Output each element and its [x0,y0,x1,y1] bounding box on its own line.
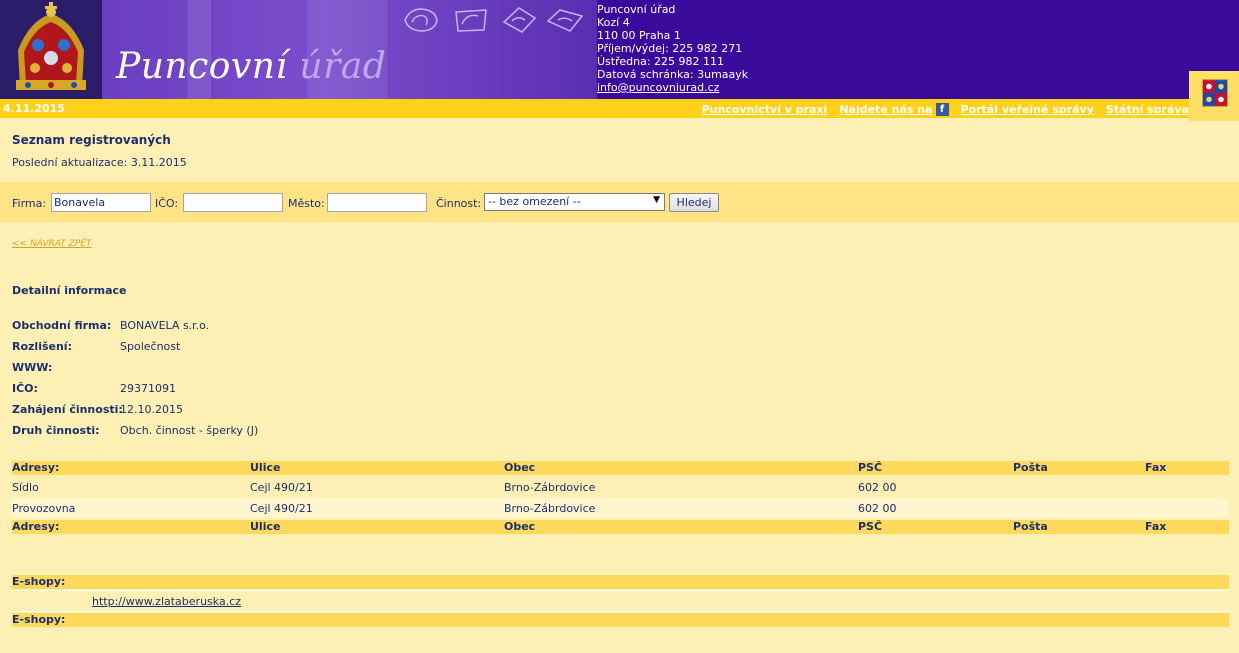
dropdown-arrow-icon: ▼ [653,195,660,205]
search-button[interactable]: Hledej [669,193,719,212]
facebook-icon: f [935,103,949,116]
cell-type: Provozovna [12,502,76,515]
col-type: Adresy: [12,520,60,533]
logo-dim-word: úřad [299,46,387,87]
activity-select[interactable]: -- bez omezení -- ▼ [484,193,665,211]
detail-value: Společnost [120,340,181,353]
site-logo-text[interactable]: Puncovní úřad [116,46,386,87]
col-post: Pošta [1013,461,1048,474]
col-post: Pošta [1013,520,1048,533]
contact-org: Puncovní úřad [597,3,676,16]
logo-main-word: Puncovní [116,46,288,87]
cell-type: Sídlo [12,481,39,494]
detail-value: BONAVELA s.r.o. [120,319,210,332]
crown-logo-icon [0,0,102,99]
eshop-link[interactable]: http://www.zlataberuska.cz [92,595,241,608]
contact-email-link[interactable]: info@puncovniurad.cz [597,81,748,94]
col-fax: Fax [1145,520,1167,533]
col-fax: Fax [1145,461,1167,474]
col-city: Obec [504,461,536,474]
list-item: http://www.zlataberuska.cz [12,590,1229,612]
firm-input[interactable] [51,193,151,212]
nav-link-portal[interactable]: Portál veřejné správy [961,103,1094,116]
contact-street: Kozí 4 [597,16,630,29]
col-street: Ulice [250,520,281,533]
firm-label: Firma: [12,197,47,210]
contact-city: 110 00 Praha 1 [597,29,681,42]
address-table-header: Adresy: Ulice Obec PSČ Pošta Fax [12,461,1229,475]
nav-link-praxis[interactable]: Puncovnictví v praxi [702,103,828,116]
hallmark-icon [404,8,438,32]
detail-row-firm: Obchodní firma: BONAVELA s.r.o. [12,319,209,332]
cell-street: Cejl 490/21 [250,481,313,494]
col-zip: PSČ [858,461,883,474]
detail-row-start: Zahájení činnosti:12.10.2015 [12,403,183,416]
nav-links: Puncovnictví v praxi Najdete nás na f Por… [702,103,1189,116]
current-date: 4.11.2015 [3,102,65,115]
col-zip: PSČ [858,520,883,533]
search-bar: Firma: IČO: Město: Činnost: -- bez omeze… [0,182,1239,222]
nav-link-facebook-label: Najdete nás na [839,103,933,116]
eshops-header: E-shopy: [12,575,1229,589]
cell-street: Cejl 490/21 [250,502,313,515]
ico-label: IČO: [155,197,179,210]
eshops-footer: E-shopy: [12,613,1229,627]
cell-city: Brno-Zábrdovice [504,502,596,515]
city-input[interactable] [327,193,427,212]
nav-link-facebook[interactable]: Najdete nás na f [839,103,949,116]
detail-row-www: WWW: [12,361,120,374]
ico-input[interactable] [183,193,283,212]
detail-key: Zahájení činnosti: [12,403,123,416]
col-type: Adresy: [12,461,60,474]
detail-key: Rozlišení: [12,340,72,353]
table-row: Sídlo Cejl 490/21 Brno-Zábrdovice 602 00 [12,477,1229,497]
detail-row-activity: Druh činnosti: Obch. činnost - šperky (J) [12,424,258,437]
detail-key: Obchodní firma: [12,319,112,332]
cell-city: Brno-Zábrdovice [504,481,596,494]
detail-row-distinction: Rozlišení: Společnost [12,340,180,353]
detail-key: Druh činnosti: [12,424,100,437]
address-table-footer: Adresy: Ulice Obec PSČ Pošta Fax [12,520,1229,534]
detail-key: IČO: [12,382,38,395]
city-label: Město: [288,197,325,210]
table-row: Provozovna Cejl 490/21 Brno-Zábrdovice 6… [12,498,1229,518]
cell-zip: 602 00 [858,481,897,494]
back-link[interactable]: << NÁVRAT ZPĚT [12,239,91,249]
cell-zip: 602 00 [858,502,897,515]
detail-row-ico: IČO: 29371091 [12,382,176,395]
contact-phone-cash: Příjem/výdej: 225 982 271 [597,42,743,55]
contact-info: Puncovní úřad Kozí 4 110 00 Praha 1 Příj… [597,3,748,94]
eshops-header-label: E-shopy: [12,575,66,588]
coat-of-arms-icon [1202,79,1228,107]
detail-value: 12.10.2015 [120,403,183,416]
col-city: Obec [504,520,536,533]
hallmark-icon [502,7,537,33]
detail-value: 29371091 [120,382,176,395]
eshops-footer-label: E-shopy: [12,613,66,626]
contact-phone-main: Ústředna: 225 982 111 [597,55,725,68]
detail-title: Detailní informace [12,284,127,297]
nav-link-state[interactable]: Státní správa [1106,103,1189,116]
detail-value: Obch. činnost - šperky (J) [120,424,259,437]
detail-key: WWW: [12,361,53,374]
last-updated: Poslední aktualizace: 3.11.2015 [12,156,187,169]
hallmark-icon [455,9,487,32]
col-street: Ulice [250,461,281,474]
coat-of-arms-box [1189,71,1239,121]
site-header: Puncovní úřad Puncovní úřad Kozí 4 110 0… [0,0,1239,99]
header-banner: Puncovní úřad [102,0,597,99]
top-navbar: 4.11.2015 Puncovnictví v praxi Najdete n… [0,99,1189,118]
contact-data-box: Datová schránka: 3umaayk [597,68,749,81]
page-title: Seznam registrovaných [12,133,171,147]
activity-select-value: -- bez omezení -- [488,195,581,208]
activity-label: Činnost: [436,197,482,210]
hallmark-icon [546,9,584,32]
